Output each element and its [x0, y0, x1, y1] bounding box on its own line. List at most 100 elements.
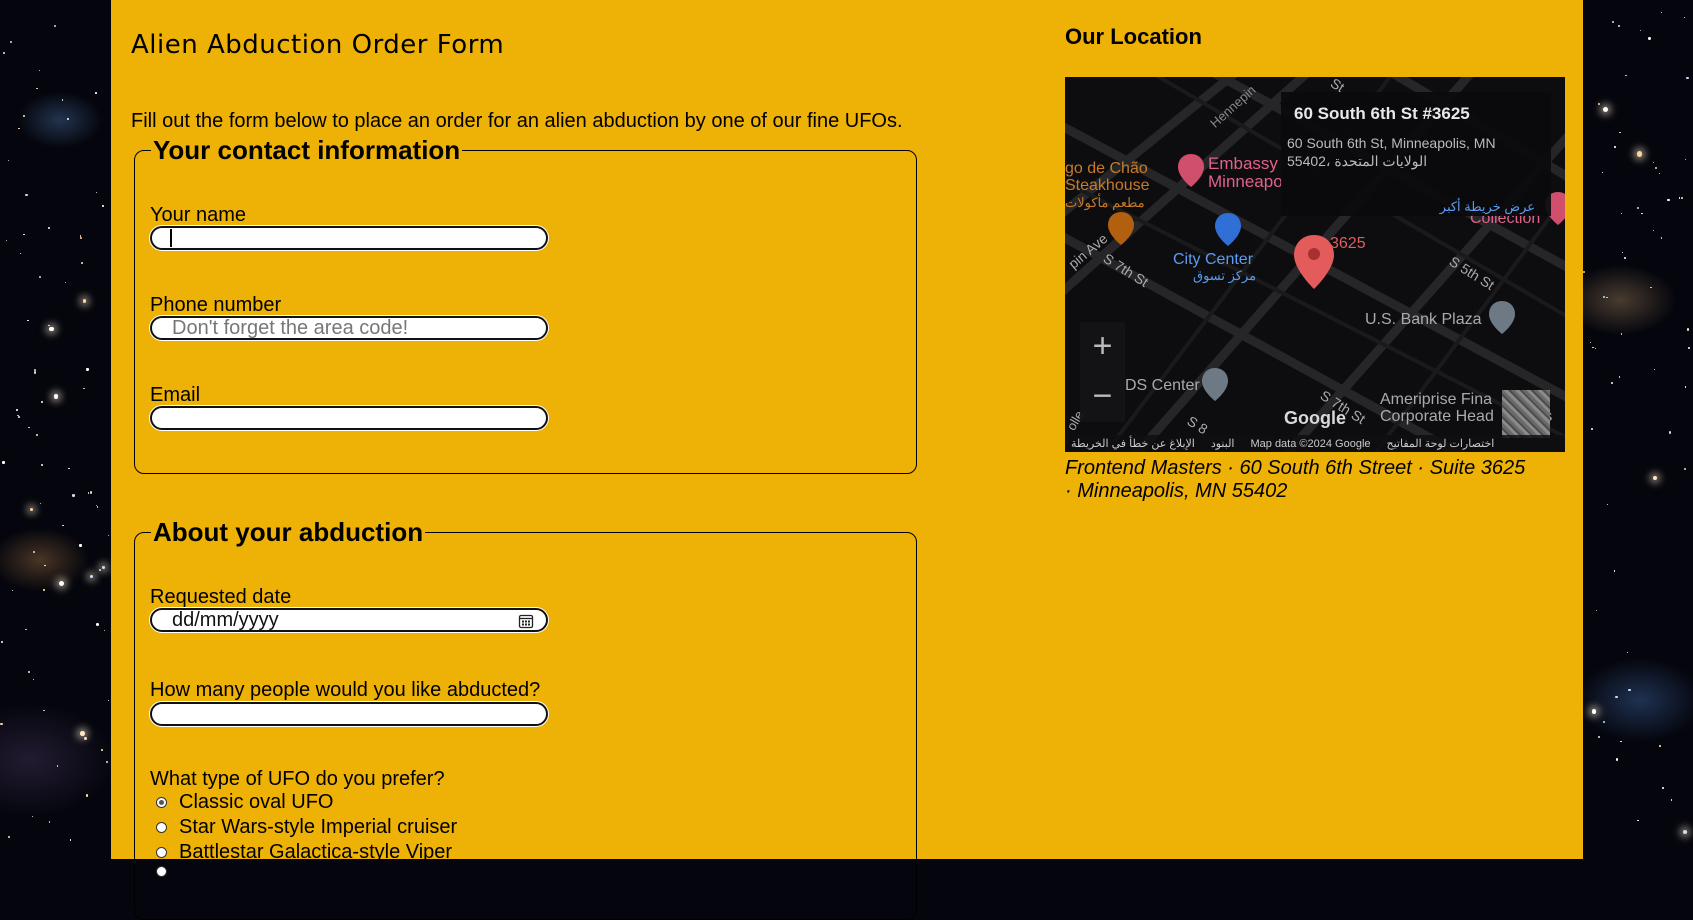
star	[103, 630, 105, 632]
star	[25, 629, 27, 631]
phone-placeholder: Don't forget the area code!	[172, 317, 409, 339]
radio-button[interactable]	[156, 822, 167, 833]
zoom-controls: + −	[1080, 322, 1125, 422]
star	[1658, 745, 1661, 747]
date-input[interactable]: dd/mm/yyyy	[150, 608, 548, 632]
star	[11, 590, 13, 592]
star	[1637, 819, 1639, 822]
name-input[interactable]	[150, 226, 548, 250]
star	[1650, 286, 1652, 289]
star	[53, 393, 59, 399]
star	[44, 564, 46, 567]
star	[1610, 382, 1613, 384]
page-container: Alien Abduction Order Form Fill out the …	[111, 0, 1583, 920]
radio-button[interactable]	[156, 866, 167, 877]
embedded-map[interactable]: Embassy Minneapo go de Chão Steakhouse م…	[1065, 77, 1565, 452]
star	[18, 127, 20, 129]
map-label-steakhouse-2: Steakhouse	[1065, 177, 1150, 194]
view-larger-map-link[interactable]: عرض خريطة أكبر	[1440, 199, 1535, 215]
star	[1618, 24, 1620, 27]
star	[28, 426, 31, 429]
map-terms-link[interactable]: البنود	[1211, 437, 1235, 450]
star	[1628, 688, 1631, 691]
star	[41, 463, 44, 466]
star	[96, 506, 99, 508]
star	[1613, 570, 1615, 572]
star	[32, 679, 34, 681]
star	[35, 433, 38, 436]
star	[89, 574, 94, 579]
star	[1620, 212, 1622, 215]
map-label-ameriprise-2: Corporate Head	[1380, 408, 1494, 425]
star	[1659, 173, 1661, 175]
star	[1597, 735, 1600, 738]
star	[87, 492, 90, 494]
ufo-option-label: Star Wars-style Imperial cruiser	[179, 816, 458, 838]
map-label-steakhouse-1: go de Chão	[1065, 160, 1148, 177]
star	[2, 461, 5, 464]
star	[107, 699, 110, 702]
ufo-option-classic[interactable]: Classic oval UFO	[150, 791, 333, 814]
star	[1605, 296, 1608, 299]
place-card-address: 60 South 6th St, Minneapolis, MN 55402، …	[1287, 135, 1496, 169]
star	[1603, 721, 1606, 724]
star	[43, 589, 45, 591]
star	[1591, 428, 1594, 431]
star	[1637, 206, 1640, 209]
star	[1683, 16, 1686, 19]
star	[1621, 251, 1623, 253]
radio-button[interactable]	[156, 797, 167, 808]
ufo-option-viper[interactable]: Battlestar Galactica-style Viper	[150, 841, 452, 864]
phone-input[interactable]: Don't forget the area code!	[150, 316, 548, 340]
star	[9, 40, 12, 43]
map-report-link[interactable]: الإبلاغ عن خطأ في الخريطة	[1071, 437, 1195, 450]
star	[96, 623, 99, 626]
star	[1662, 786, 1665, 789]
ufo-option-imperial[interactable]: Star Wars-style Imperial cruiser	[150, 816, 457, 839]
star	[16, 409, 19, 412]
star	[1648, 37, 1651, 40]
map-shortcuts-link[interactable]: اختصارات لوحة المفاتيح	[1387, 437, 1495, 450]
ufo-option-label: Battlestar Galactica-style Viper	[179, 841, 453, 863]
star	[1597, 102, 1600, 105]
star	[95, 92, 97, 94]
abduction-fieldset: About your abduction Requested date dd/m…	[134, 518, 917, 920]
star	[1685, 158, 1687, 160]
star	[1616, 758, 1619, 761]
radio-button[interactable]	[156, 847, 167, 858]
star	[70, 839, 72, 841]
star	[83, 387, 85, 390]
star	[68, 467, 70, 470]
star	[1619, 131, 1621, 134]
star	[58, 581, 65, 587]
star	[1660, 11, 1662, 13]
star	[1613, 146, 1616, 149]
star	[49, 326, 54, 332]
star	[1602, 106, 1608, 113]
star	[61, 99, 64, 101]
star	[62, 524, 64, 527]
name-label: Your name	[150, 204, 246, 226]
contact-legend: Your contact information	[153, 135, 461, 165]
ufo-option-more[interactable]	[150, 866, 179, 877]
map-label-pin: 3625	[1330, 235, 1366, 252]
zoom-out-button[interactable]: −	[1080, 372, 1125, 420]
calendar-icon[interactable]	[518, 613, 534, 629]
email-input[interactable]	[150, 406, 548, 430]
star	[64, 281, 66, 283]
star	[1641, 212, 1643, 215]
star	[20, 252, 22, 254]
map-label-ameriprise-1: Ameriprise Fina	[1380, 391, 1493, 408]
zoom-in-button[interactable]: +	[1080, 322, 1125, 370]
star	[79, 544, 82, 547]
star	[39, 503, 41, 505]
map-label-usbank: U.S. Bank Plaza	[1365, 311, 1482, 328]
star	[1618, 376, 1621, 379]
star	[29, 507, 34, 512]
people-input[interactable]	[150, 702, 548, 726]
star	[3, 52, 5, 54]
satellite-toggle[interactable]	[1502, 390, 1550, 438]
star	[101, 204, 104, 207]
star	[1653, 476, 1658, 481]
star	[1636, 151, 1643, 158]
